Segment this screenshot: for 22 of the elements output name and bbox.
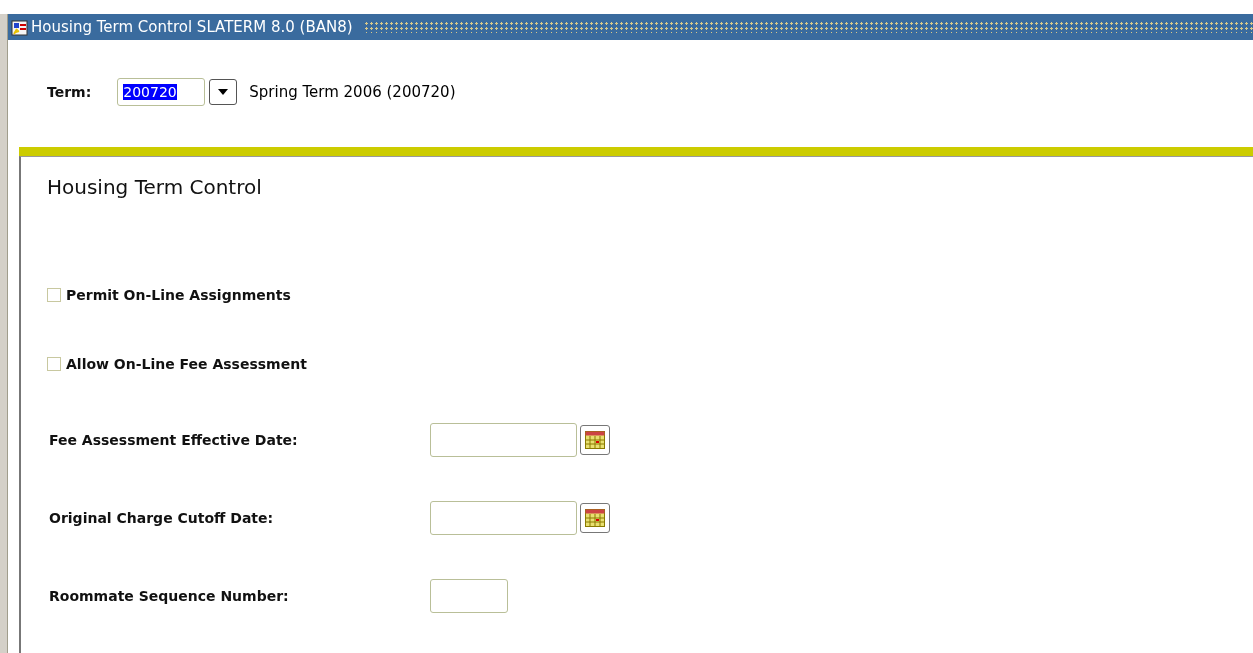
field-label: Original Charge Cutoff Date: bbox=[49, 510, 275, 526]
term-field[interactable]: 200720 bbox=[117, 78, 206, 106]
calendar-icon bbox=[585, 431, 605, 449]
caret-icon bbox=[218, 89, 229, 95]
number-field[interactable] bbox=[430, 579, 508, 613]
field-label: Fee Assessment Effective Date: bbox=[49, 432, 299, 448]
app-icon bbox=[10, 18, 28, 36]
checkbox-label: Allow On-Line Fee Assessment bbox=[66, 355, 307, 372]
field-label: Roommate Sequence Number: bbox=[49, 588, 290, 604]
date-field[interactable] bbox=[430, 501, 577, 535]
dropdown-button[interactable] bbox=[209, 79, 238, 105]
checkbox[interactable] bbox=[47, 287, 61, 302]
calendar-button[interactable] bbox=[580, 425, 610, 455]
window-title: Housing Term Control SLATERM 8.0 (BAN8) bbox=[31, 18, 353, 36]
calendar-icon bbox=[585, 509, 605, 527]
checkbox[interactable] bbox=[47, 356, 61, 371]
checkbox-label: Permit On-Line Assignments bbox=[66, 286, 291, 303]
date-field[interactable] bbox=[430, 423, 577, 457]
calendar-button[interactable] bbox=[580, 503, 610, 533]
term-label: Term: bbox=[47, 84, 92, 100]
section-title: Housing Term Control bbox=[47, 175, 263, 201]
term-description: Spring Term 2006 (200720) bbox=[249, 83, 456, 101]
